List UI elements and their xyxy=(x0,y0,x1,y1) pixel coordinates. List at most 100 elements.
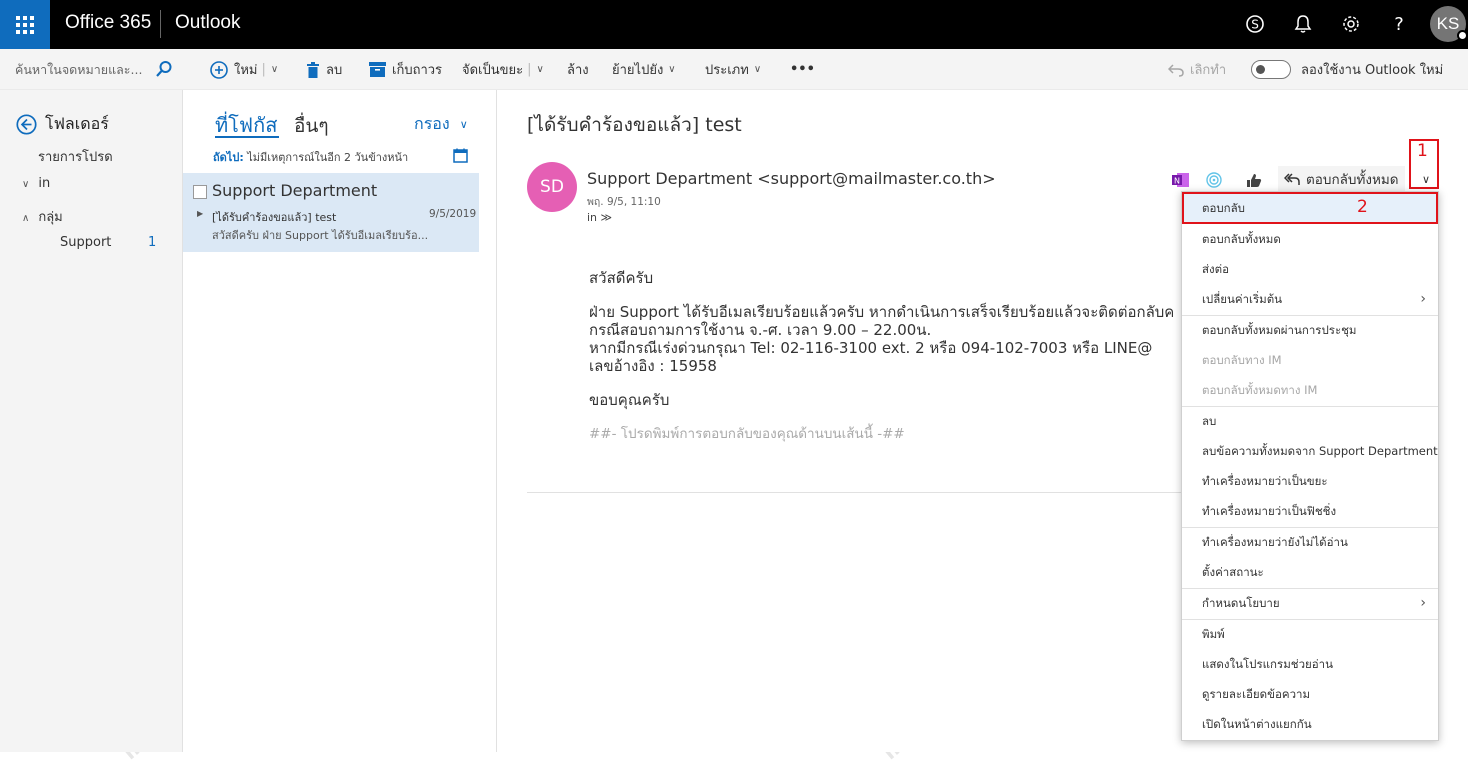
search-placeholder: ค้นหาในจดหมายและ... xyxy=(15,61,143,77)
reply-all-button[interactable]: ตอบกลับทั้งหมด xyxy=(1278,166,1405,192)
archive-label: เก็บถาวร xyxy=(392,63,443,78)
svg-text:N: N xyxy=(1174,177,1180,186)
archive-icon xyxy=(369,62,386,77)
folders-label: โฟลเดอร์ xyxy=(45,114,109,133)
archive-button[interactable]: เก็บถาวร xyxy=(369,49,442,90)
toggle-switch[interactable] xyxy=(1251,60,1291,79)
undo-button[interactable]: เลิกทำ xyxy=(1168,49,1226,90)
filter-label: กรอง xyxy=(414,114,450,133)
help-icon[interactable]: ? xyxy=(1387,12,1411,36)
menu-item-reply[interactable]: ตอบกลับ xyxy=(1182,194,1438,224)
nav-groups[interactable]: ∧ กลุ่ม xyxy=(22,206,63,227)
nav-in-label: in xyxy=(38,176,51,191)
filter-button[interactable]: กรอง ∨ xyxy=(414,112,468,137)
menu-item-forward[interactable]: ส่งต่อ xyxy=(1182,255,1438,285)
folder-pane: โฟลเดอร์ รายการโปรด ∨ in ∧ กลุ่ม Support 1 xyxy=(0,90,183,752)
chevron-down-icon[interactable]: ∨ xyxy=(271,64,278,75)
more-actions-button[interactable]: ∨ xyxy=(1414,166,1438,192)
menu-item-flag[interactable]: ตั้งค่าสถานะ xyxy=(1182,558,1438,588)
sweep-button[interactable]: ล้าง xyxy=(567,49,589,90)
menu-item-change-default[interactable]: เปลี่ยนค่าเริ่มต้น › xyxy=(1182,285,1438,315)
reply-all-label: ตอบกลับทั้งหมด xyxy=(1306,172,1399,188)
user-avatar[interactable]: KS xyxy=(1430,6,1468,42)
menu-item-mark-phishing[interactable]: ทำเครื่องหมายว่าเป็นฟิชชิ่ง xyxy=(1182,497,1438,527)
new-label: ใหม่ xyxy=(234,63,258,78)
upcoming-events-bar: ถัดไป: ไม่มีเหตุการณ์ในอีก 2 วันข้างหน้า xyxy=(213,148,408,166)
sent-date: พฤ. 9/5, 11:10 xyxy=(587,196,661,208)
menu-item-reply-all-meeting[interactable]: ตอบกลับทั้งหมดผ่านการประชุม xyxy=(1182,316,1438,346)
tab-other[interactable]: อื่นๆ xyxy=(294,111,329,141)
folders-header[interactable]: โฟลเดอร์ xyxy=(16,112,109,137)
body-greeting: สวัสดีครับ xyxy=(589,269,654,287)
try-new-label: ลองใช้งาน Outlook ใหม่ xyxy=(1301,63,1444,78)
sender-initials: SD xyxy=(540,177,564,197)
plus-circle-icon xyxy=(210,60,228,79)
next-text: ไม่มีเหตุการณ์ในอีก 2 วันข้างหน้า xyxy=(247,151,409,164)
categorize-button[interactable]: ประเภท ∨ xyxy=(705,49,761,90)
delete-button[interactable]: ลบ xyxy=(306,49,342,90)
move-to-button[interactable]: ย้ายไปยัง ∨ xyxy=(612,49,676,90)
user-initials: KS xyxy=(1436,14,1460,33)
body-line: หากมีกรณีเร่งด่วนกรุณา Tel: 02-116-3100 … xyxy=(589,339,1153,357)
undo-icon xyxy=(1168,63,1184,77)
select-checkbox[interactable] xyxy=(193,185,207,199)
message-preview: สวัสดีครับ ฝ่าย Support ได้รับอีเมลเรียบ… xyxy=(212,229,429,242)
svg-text:?: ? xyxy=(1394,14,1404,34)
app-launcher-button[interactable] xyxy=(0,0,50,49)
body-line: กรณีสอบถามการใช้งาน จ.-ศ. เวลา 9.00 – 22… xyxy=(589,321,932,339)
sweep-label: ล้าง xyxy=(567,63,589,78)
ellipsis-icon: ••• xyxy=(790,62,815,77)
nav-in[interactable]: ∨ in xyxy=(22,176,50,191)
menu-item-reply-all[interactable]: ตอบกลับทั้งหมด xyxy=(1182,225,1438,255)
chevron-down-icon[interactable]: ∨ xyxy=(537,64,544,75)
bell-icon[interactable] xyxy=(1291,12,1315,36)
calendar-icon[interactable] xyxy=(453,148,468,167)
chevron-right-icon: › xyxy=(1420,291,1426,307)
app-title[interactable]: Outlook xyxy=(175,12,240,34)
nav-favorites[interactable]: รายการโปรด xyxy=(38,146,113,167)
sender-name[interactable]: Support Department <support@mailmaster.c… xyxy=(587,169,996,188)
expand-conversation-icon[interactable]: ▶ xyxy=(197,209,203,218)
new-button[interactable]: ใหม่ | ∨ xyxy=(210,49,278,90)
move-label: ย้ายไปยัง xyxy=(612,63,664,78)
menu-item-label: กำหนดนโยบาย xyxy=(1202,596,1280,610)
menu-item-delete-all-from-sender[interactable]: ลบข้อความทั้งหมดจาก Support Department xyxy=(1182,437,1438,467)
menu-item-mark-unread[interactable]: ทำเครื่องหมายว่ายังไม่ได้อ่าน xyxy=(1182,528,1438,558)
like-icon[interactable] xyxy=(1242,170,1266,190)
junk-button[interactable]: จัดเป็นขยะ | ∨ xyxy=(462,49,544,90)
search-icon[interactable] xyxy=(155,60,173,82)
undo-label: เลิกทำ xyxy=(1190,63,1227,78)
onenote-icon[interactable]: N xyxy=(1169,170,1193,190)
more-commands-button[interactable]: ••• xyxy=(790,49,815,90)
chevron-down-icon: ∨ xyxy=(459,118,468,131)
divider xyxy=(527,492,1182,493)
menu-item-print[interactable]: พิมพ์ xyxy=(1182,620,1438,650)
more-actions-menu: ตอบกลับ ตอบกลับทั้งหมด ส่งต่อ เปลี่ยนค่า… xyxy=(1181,191,1439,741)
nav-group-support[interactable]: Support xyxy=(60,235,111,250)
gear-icon[interactable] xyxy=(1339,12,1363,36)
chevron-down-icon: ∨ xyxy=(1421,172,1431,186)
brand-title[interactable]: Office 365 xyxy=(65,12,151,34)
menu-item-assign-policy[interactable]: กำหนดนโยบาย › xyxy=(1182,589,1438,619)
menu-item-open-new-window[interactable]: เปิดในหน้าต่างแยกกัน xyxy=(1182,710,1438,740)
menu-item-immersive-reader[interactable]: แสดงในโปรแกรมช่วยอ่าน xyxy=(1182,650,1438,680)
chevron-down-icon: ∨ xyxy=(668,64,676,75)
list-item[interactable]: Support Department ▶ [ได้รับคำร้องขอแล้ว… xyxy=(183,173,479,252)
sender-avatar[interactable]: SD xyxy=(527,162,577,212)
addin-icon[interactable] xyxy=(1202,170,1226,190)
trash-icon xyxy=(306,61,320,78)
menu-item-delete[interactable]: ลบ xyxy=(1182,407,1438,437)
chevron-up-icon[interactable]: ∧ xyxy=(22,213,29,224)
chevron-down-icon[interactable]: ∨ xyxy=(22,179,29,190)
menu-item-view-details[interactable]: ดูรายละเอียดข้อความ xyxy=(1182,680,1438,710)
unread-count-badge: 1 xyxy=(148,235,157,250)
chevron-down-icon: ∨ xyxy=(753,64,762,75)
body-signature: ##- โปรดพิมพ์การตอบกลับของคุณด้านบนเส้นน… xyxy=(589,426,905,442)
search-input[interactable]: ค้นหาในจดหมายและ... xyxy=(0,49,183,90)
try-new-outlook-toggle[interactable]: ลองใช้งาน Outlook ใหม่ xyxy=(1251,49,1443,90)
svg-text:S: S xyxy=(1251,18,1259,32)
message-subject: [ได้รับคำร้องขอแล้ว] test xyxy=(212,211,337,224)
skype-icon[interactable]: S xyxy=(1243,12,1267,36)
recipient-line[interactable]: in ≫ xyxy=(587,211,612,224)
menu-item-mark-junk[interactable]: ทำเครื่องหมายว่าเป็นขยะ xyxy=(1182,467,1438,497)
